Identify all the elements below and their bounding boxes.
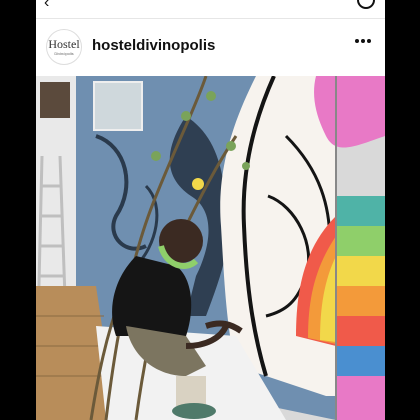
top-bar: ‹ [36,0,385,19]
instagram-post-frame: ‹ Hostel Divinópolis hosteldivinopolis [36,0,385,420]
post-header: Hostel Divinópolis hosteldivinopolis [36,19,385,75]
avatar[interactable]: Hostel Divinópolis [46,29,82,65]
post-username[interactable]: hosteldivinopolis [92,37,215,54]
avatar-logo-text: Hostel [48,36,80,51]
more-options-icon[interactable] [355,39,371,43]
post-photo[interactable] [36,76,385,420]
notification-icon[interactable] [357,0,375,9]
back-icon[interactable]: ‹ [44,0,49,12]
avatar-logo-subtext: Divinópolis [54,50,74,56]
mural-painting-image [36,76,385,420]
